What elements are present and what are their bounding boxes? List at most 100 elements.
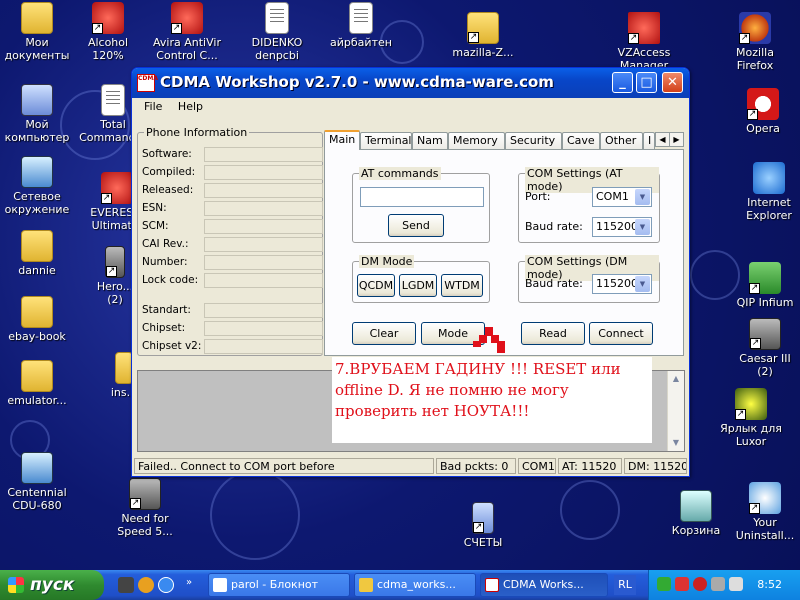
log-scrollbar[interactable]: ▲ ▼ [667,371,684,451]
desktop-icon-ebay-book[interactable]: ebay-book [0,296,78,343]
tab-nam[interactable]: Nam [412,132,448,149]
quicklaunch-expand-icon[interactable]: » [186,577,202,593]
tray-network-icon[interactable] [657,577,671,591]
desktop-icon-qip[interactable]: ↗ QIP Infium [724,262,800,309]
window-title: CDMA Workshop v2.7.0 - www.cdma-ware.com [160,73,554,91]
minimize-button[interactable]: _ [612,72,633,93]
desktop-icon-mazilla[interactable]: ↗ mazilla-Z... [442,12,524,59]
info-row-released: Released: [142,183,326,199]
lgdm-button[interactable]: LGDM [399,274,437,297]
desktop-icon-yahoo[interactable]: ↗ Your Uninstall... [724,482,800,542]
desktop-icon-network[interactable]: Сетевое окружение [0,156,78,216]
tray-settings-icon[interactable] [711,577,725,591]
task-cdma-workshop[interactable]: CDMA Works... [480,573,608,597]
chipset-v2-value [204,339,323,354]
desktop-icon-dannie[interactable]: dannie [0,230,78,277]
tab-scroll-right-icon[interactable]: ▶ [669,132,684,147]
desktop-icon-centennial[interactable]: Centennial CDU-680 [0,452,78,512]
send-button[interactable]: Send [388,214,444,237]
qcdm-button[interactable]: QCDM [357,274,395,297]
task-parol-notepad[interactable]: parol - Блокнот [208,573,350,597]
info-row-esn: ESN: [142,201,326,217]
compiled-value [204,165,323,180]
desktop-icon-didenko[interactable]: DIDENKO denpcbi [236,2,318,62]
tab-strip: Main Terminal Nam Memory Security Cave O… [324,130,684,150]
tray-volume-icon[interactable] [729,577,743,591]
tray-antivirus-icon[interactable] [693,577,707,591]
menu-file[interactable]: File [138,98,168,115]
read-button[interactable]: Read [521,322,585,345]
desktop-icon-firefox[interactable]: ↗ Mozilla Firefox [714,12,796,72]
tab-memory[interactable]: Memory [448,132,505,149]
title-bar[interactable]: CDMA CDMA Workshop v2.7.0 - www.cdma-war… [132,68,689,98]
scroll-up-icon[interactable]: ▲ [668,371,684,387]
scroll-down-icon[interactable]: ▼ [668,435,684,451]
folder-icon [21,230,53,262]
desktop-icon-my-computer[interactable]: Мой компьютер [0,84,78,144]
quicklaunch-browser-icon[interactable] [158,577,174,593]
tab-security[interactable]: Security [505,132,562,149]
info-row-cai-rev: CAI Rev.: [142,237,326,253]
baud-rate-dm-select[interactable]: 115200 ▼ [592,274,652,294]
wtdm-button[interactable]: WTDM [441,274,483,297]
vzaccess-icon: ↗ [628,12,660,44]
folder-icon [21,2,53,34]
desktop-icon-internet-explorer[interactable]: Internet Explorer [728,162,800,222]
desktop-icon-luxor[interactable]: ↗ Ярлык для Luxor [710,388,792,448]
tab-cave[interactable]: Cave [562,132,600,149]
group-title: AT commands [359,167,441,180]
connect-button[interactable]: Connect [589,322,653,345]
desktop-icon-caesar[interactable]: ↗ Caesar III (2) [724,318,800,378]
port-value: COM1 [596,190,629,203]
baud-rate-value: 115200 [596,277,638,290]
firefox-icon: ↗ [739,12,771,44]
desktop-icon-opera[interactable]: ↗ Opera [722,88,800,135]
icon-label: Сетевое окружение [4,190,70,216]
number-value [204,255,323,270]
icon-label: emulator... [7,394,67,407]
tab-terminal[interactable]: Terminal [360,132,412,149]
language-indicator[interactable]: RL [614,575,636,595]
maximize-button[interactable]: □ [636,72,657,93]
menu-help[interactable]: Help [172,98,209,115]
port-select[interactable]: COM1 ▼ [592,187,652,207]
tab-scroll-left-icon[interactable]: ◀ [655,132,670,147]
field-label: ESN: [142,202,167,214]
chipset-value [204,321,323,336]
tray-app-icon[interactable] [675,577,689,591]
desktop-icon-nfs[interactable]: ↗ Need for Speed 5... [104,478,186,538]
clock[interactable]: 8:52 [757,578,782,591]
software-value [204,147,323,162]
task-cdma-works-folder[interactable]: cdma_works... [354,573,476,597]
icon-label: Alcohol 120% [87,36,129,62]
caesar-icon: ↗ [749,318,781,350]
quicklaunch-media-icon[interactable] [138,577,154,593]
status-at-baud: AT: 11520 [558,458,622,474]
desktop-icon-vzaccess[interactable]: ↗ VZAccess Manager [603,12,685,72]
released-value [204,183,323,198]
at-command-input[interactable] [360,187,484,207]
dm-mode-group: DM Mode QCDM LGDM WTDM [352,255,490,303]
calculator-icon: ↗ [472,502,494,534]
desktop-icon-avira[interactable]: ↗ Avira AntiVir Control C... [146,2,228,62]
desktop-icon-airbyten[interactable]: айрбайтен [320,2,402,49]
desktop-icon-alcohol[interactable]: ↗ Alcohol 120% [67,2,149,62]
close-button[interactable]: ✕ [662,72,683,93]
desktop-icon-emulator[interactable]: emulator... [0,360,78,407]
folder-icon: ↗ [467,12,499,44]
tab-other[interactable]: Other [600,132,643,149]
start-button[interactable]: пуск [0,570,104,600]
field-label: Standart: [142,304,191,316]
clear-button[interactable]: Clear [352,322,416,345]
windows-flag-icon [8,577,24,593]
tab-overflow[interactable]: I [643,132,655,149]
baud-rate-at-select[interactable]: 115200 ▼ [592,217,652,237]
baud-rate-value: 115200 [596,220,638,233]
icon-label: СЧЕТЫ [463,536,503,549]
taskbar: пуск » parol - Блокнот cdma_works... CDM… [0,570,800,600]
tab-main[interactable]: Main [324,130,360,150]
chevron-down-icon: ▼ [635,219,650,235]
folder-icon [21,296,53,328]
desktop-icon-schety[interactable]: ↗ СЧЕТЫ [442,502,524,549]
quicklaunch-save-icon[interactable] [118,577,134,593]
